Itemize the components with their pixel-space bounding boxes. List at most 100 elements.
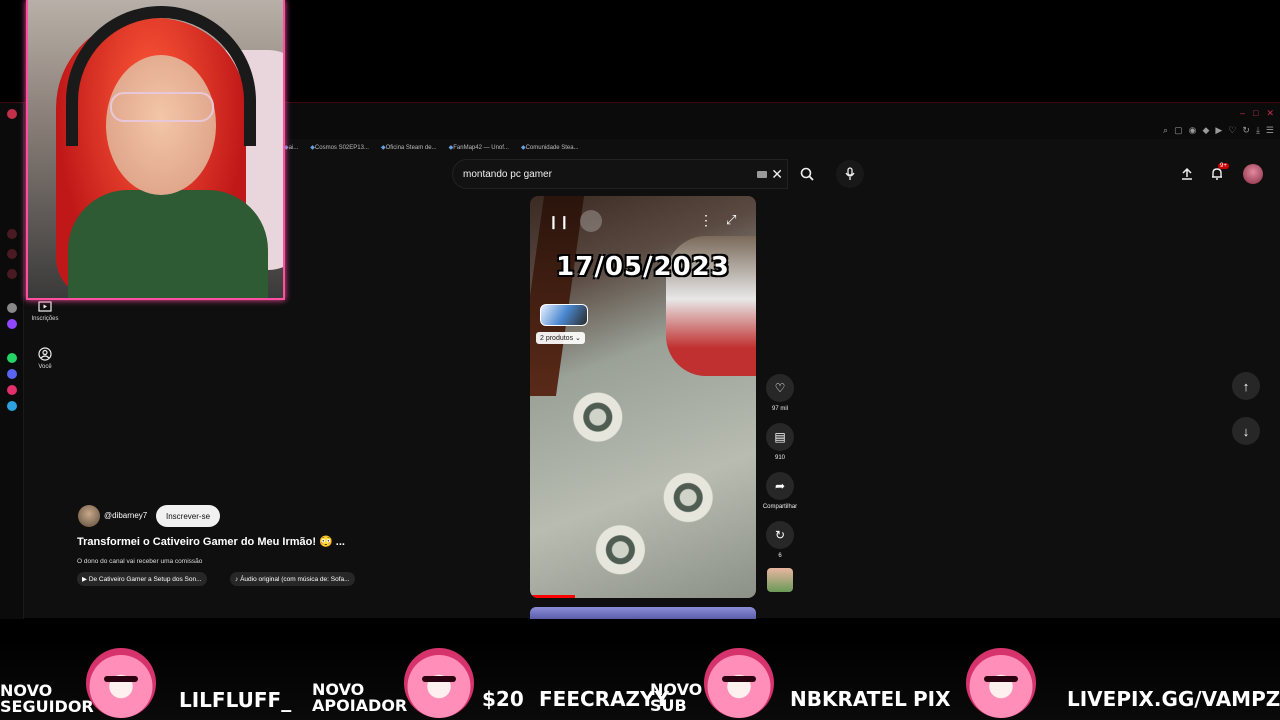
minimize-button[interactable]: – <box>1240 108 1245 119</box>
comment-icon: ▤ <box>766 423 794 451</box>
sound-thumbnail[interactable] <box>767 568 793 592</box>
comment-count: 910 <box>774 455 785 461</box>
bookmark[interactable]: Comunidade Stea... <box>521 144 579 151</box>
comments-button[interactable]: ▤ 910 <box>764 423 796 461</box>
heart-icon[interactable]: ♡ <box>1228 125 1236 136</box>
audio-chip[interactable]: ♪ Áudio original (com música de: Sofa... <box>230 572 355 586</box>
alert-link: LIVEPIX.GG/VAMPZINI <box>1067 687 1280 711</box>
opera-logo-icon[interactable] <box>7 109 17 119</box>
whatsapp-icon[interactable] <box>7 353 17 363</box>
short-video-player[interactable]: 17/05/2023 ❙❙ ⋮ ⤢ 2 produtos ⌄ <box>530 196 756 598</box>
refresh-icon[interactable]: ↻ <box>1242 125 1250 136</box>
subscribe-label: Inscrever-se <box>166 511 211 521</box>
maximize-button[interactable]: □ <box>1253 108 1258 119</box>
bell-icon <box>1212 168 1222 180</box>
bookmark[interactable]: Oficina Steam de... <box>381 144 437 151</box>
alert-line: APOIADOR <box>312 696 408 715</box>
voice-search-button[interactable] <box>836 160 864 188</box>
product-thumbnail[interactable] <box>540 304 588 326</box>
sidebar-item-you[interactable]: Você <box>28 347 62 370</box>
alert-label: NOVO APOIADOR <box>312 682 407 714</box>
extension-icon[interactable]: ▢ <box>1174 125 1183 136</box>
alert-line: SEGUIDOR <box>0 697 94 716</box>
remix-button[interactable]: ↻ 6 <box>764 521 796 559</box>
search-button[interactable] <box>790 159 824 189</box>
sidebar-app-icon[interactable] <box>7 229 17 239</box>
more-options-icon[interactable]: ⋮ <box>699 212 713 229</box>
heart-icon: ♡ <box>766 374 794 402</box>
next-short-button[interactable]: ↓ <box>1232 417 1260 445</box>
pause-icon[interactable]: ❙❙ <box>548 214 570 230</box>
bookmark[interactable]: Cosmos S02EP13... <box>310 144 369 151</box>
notifications-badge: 9+ <box>1218 163 1229 169</box>
share-label: Compartilhar <box>762 504 798 510</box>
alert-username: NBKRATEL <box>790 687 907 711</box>
mascot-avatar <box>966 648 1036 718</box>
alert-label: PIX <box>913 687 951 711</box>
bookmark[interactable]: FanMap42 — Unof... <box>449 144 509 151</box>
volume-icon[interactable] <box>580 210 602 232</box>
zoom-icon[interactable]: ⌕ <box>1163 125 1168 136</box>
date-overlay: 17/05/2023 <box>556 252 730 282</box>
twitch-icon[interactable] <box>7 319 17 329</box>
upload-icon <box>1182 167 1192 180</box>
menu-icon[interactable]: ☰ <box>1266 125 1274 136</box>
instagram-icon[interactable] <box>7 385 17 395</box>
extension-icon[interactable]: ◉ <box>1189 125 1197 136</box>
sidebar-app-icon[interactable] <box>7 249 17 259</box>
stream-canvas: – □ ✕ ⌕ ▢ ◉ ◆ ▶ ♡ ↻ ⤓ ☰ ai... Cosmos S02… <box>0 0 1280 720</box>
create-button[interactable] <box>1176 163 1198 185</box>
channel-handle[interactable]: @dibarney7 <box>104 511 147 520</box>
sidebar-item-subscriptions[interactable]: Inscrições <box>28 299 62 322</box>
like-button[interactable]: ♡ 97 mil <box>764 374 796 412</box>
microphone-icon <box>845 167 855 180</box>
alert-amount: $20 <box>482 687 524 711</box>
opera-sidebar <box>0 103 24 619</box>
play-icon[interactable]: ▶ <box>1215 125 1222 136</box>
fullscreen-icon[interactable]: ⤢ <box>726 212 736 228</box>
video-progress-bar[interactable] <box>530 595 575 598</box>
telegram-icon[interactable] <box>7 401 17 411</box>
related-video-label: De Cativeiro Gamer a Setup dos Son... <box>88 575 202 583</box>
remix-count: 6 <box>778 553 782 559</box>
search-icon <box>800 167 814 181</box>
search-query: montando pc gamer <box>463 168 552 180</box>
channel-avatar[interactable] <box>78 505 100 527</box>
like-count: 97 mil <box>771 406 788 412</box>
commission-note: O dono do canal vai receber uma comissão <box>77 558 203 565</box>
mascot-avatar <box>86 648 156 718</box>
mascot-avatar <box>404 648 474 718</box>
products-label: 2 produtos <box>540 335 574 342</box>
clear-search-icon[interactable]: ✕ <box>771 166 783 183</box>
sidebar-app-icon[interactable] <box>7 269 17 279</box>
discord-icon[interactable] <box>7 369 17 379</box>
products-chip[interactable]: 2 produtos ⌄ <box>536 332 585 344</box>
shield-icon[interactable]: ◆ <box>1202 125 1209 136</box>
subscriptions-icon <box>38 301 52 312</box>
video-title[interactable]: Transformei o Cativeiro Gamer do Meu Irm… <box>77 535 345 548</box>
alert-label: NOVO SUB <box>650 682 702 714</box>
share-icon: ➦ <box>766 472 794 500</box>
close-button[interactable]: ✕ <box>1266 108 1274 119</box>
subscribe-button[interactable]: Inscrever-se <box>156 505 221 527</box>
remix-icon: ↻ <box>766 521 794 549</box>
alert-line: SUB <box>650 696 687 715</box>
settings-icon[interactable] <box>7 303 17 313</box>
sidebar-item-label: Inscrições <box>31 316 59 322</box>
bookmark[interactable]: ai... <box>284 144 299 151</box>
window-controls: – □ ✕ <box>1240 108 1274 119</box>
related-video-chip[interactable]: ▶ De Cativeiro Gamer a Setup dos Son... <box>77 572 207 586</box>
arrow-down-icon: ↓ <box>1242 423 1250 439</box>
share-button[interactable]: ➦ Compartilhar <box>756 472 804 510</box>
arrow-up-icon: ↑ <box>1242 378 1250 394</box>
search-input[interactable]: montando pc gamer ✕ <box>452 159 788 189</box>
mascot-avatar <box>704 648 774 718</box>
sidebar-item-label: Você <box>38 364 52 370</box>
you-icon <box>38 347 52 361</box>
audio-label: Áudio original (com música de: Sofa... <box>240 575 350 583</box>
previous-short-button[interactable]: ↑ <box>1232 372 1260 400</box>
next-short-preview[interactable] <box>530 607 756 619</box>
account-avatar[interactable] <box>1243 164 1263 184</box>
download-icon[interactable]: ⤓ <box>1256 125 1260 136</box>
keyboard-icon[interactable] <box>757 171 767 178</box>
